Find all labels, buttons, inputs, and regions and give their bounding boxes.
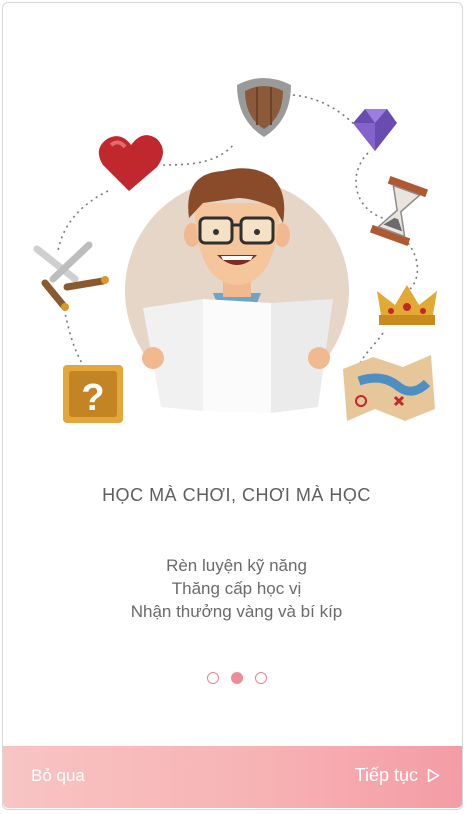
skip-button[interactable]: Bỏ qua	[31, 766, 85, 786]
page-dot-3[interactable]	[254, 672, 267, 684]
next-button[interactable]: Tiếp tục	[355, 765, 440, 786]
subtitle-line: Thăng cấp học vị	[171, 579, 302, 598]
page-dot-2[interactable]	[230, 672, 243, 684]
heart-icon	[98, 135, 163, 191]
treasure-map-icon	[343, 355, 435, 421]
question-box-icon: ?	[63, 365, 123, 423]
onboarding-title: HỌC MÀ CHƠI, CHƠI MÀ HỌC	[102, 485, 371, 505]
shield-icon	[237, 78, 291, 137]
open-paper	[142, 299, 333, 413]
onboarding-subtitles: Rèn luyện kỹ năng Thăng cấp học vị Nhận …	[3, 554, 462, 623]
onboarding-screen: ? HỌC MÀ CHƠI, CHƠI MÀ HỌC Rèn luyện kỹ …	[2, 2, 463, 810]
page-dot-1[interactable]	[206, 672, 219, 684]
hourglass-icon	[369, 175, 429, 247]
play-outline-icon	[427, 768, 440, 783]
onboarding-illustration: ?	[33, 78, 437, 423]
diamond-icon	[353, 109, 397, 151]
next-button-label: Tiếp tục	[354, 765, 418, 785]
subtitle-line: Nhận thưởng vàng và bí kíp	[130, 602, 343, 621]
crown-icon	[377, 285, 437, 325]
swords-icon	[33, 241, 109, 311]
subtitle-line: Rèn luyện kỹ năng	[166, 556, 307, 575]
svg-text:?: ?	[81, 377, 104, 419]
bottom-action-bar: Bỏ qua Tiếp tục	[3, 746, 462, 808]
page-indicator	[3, 672, 462, 684]
